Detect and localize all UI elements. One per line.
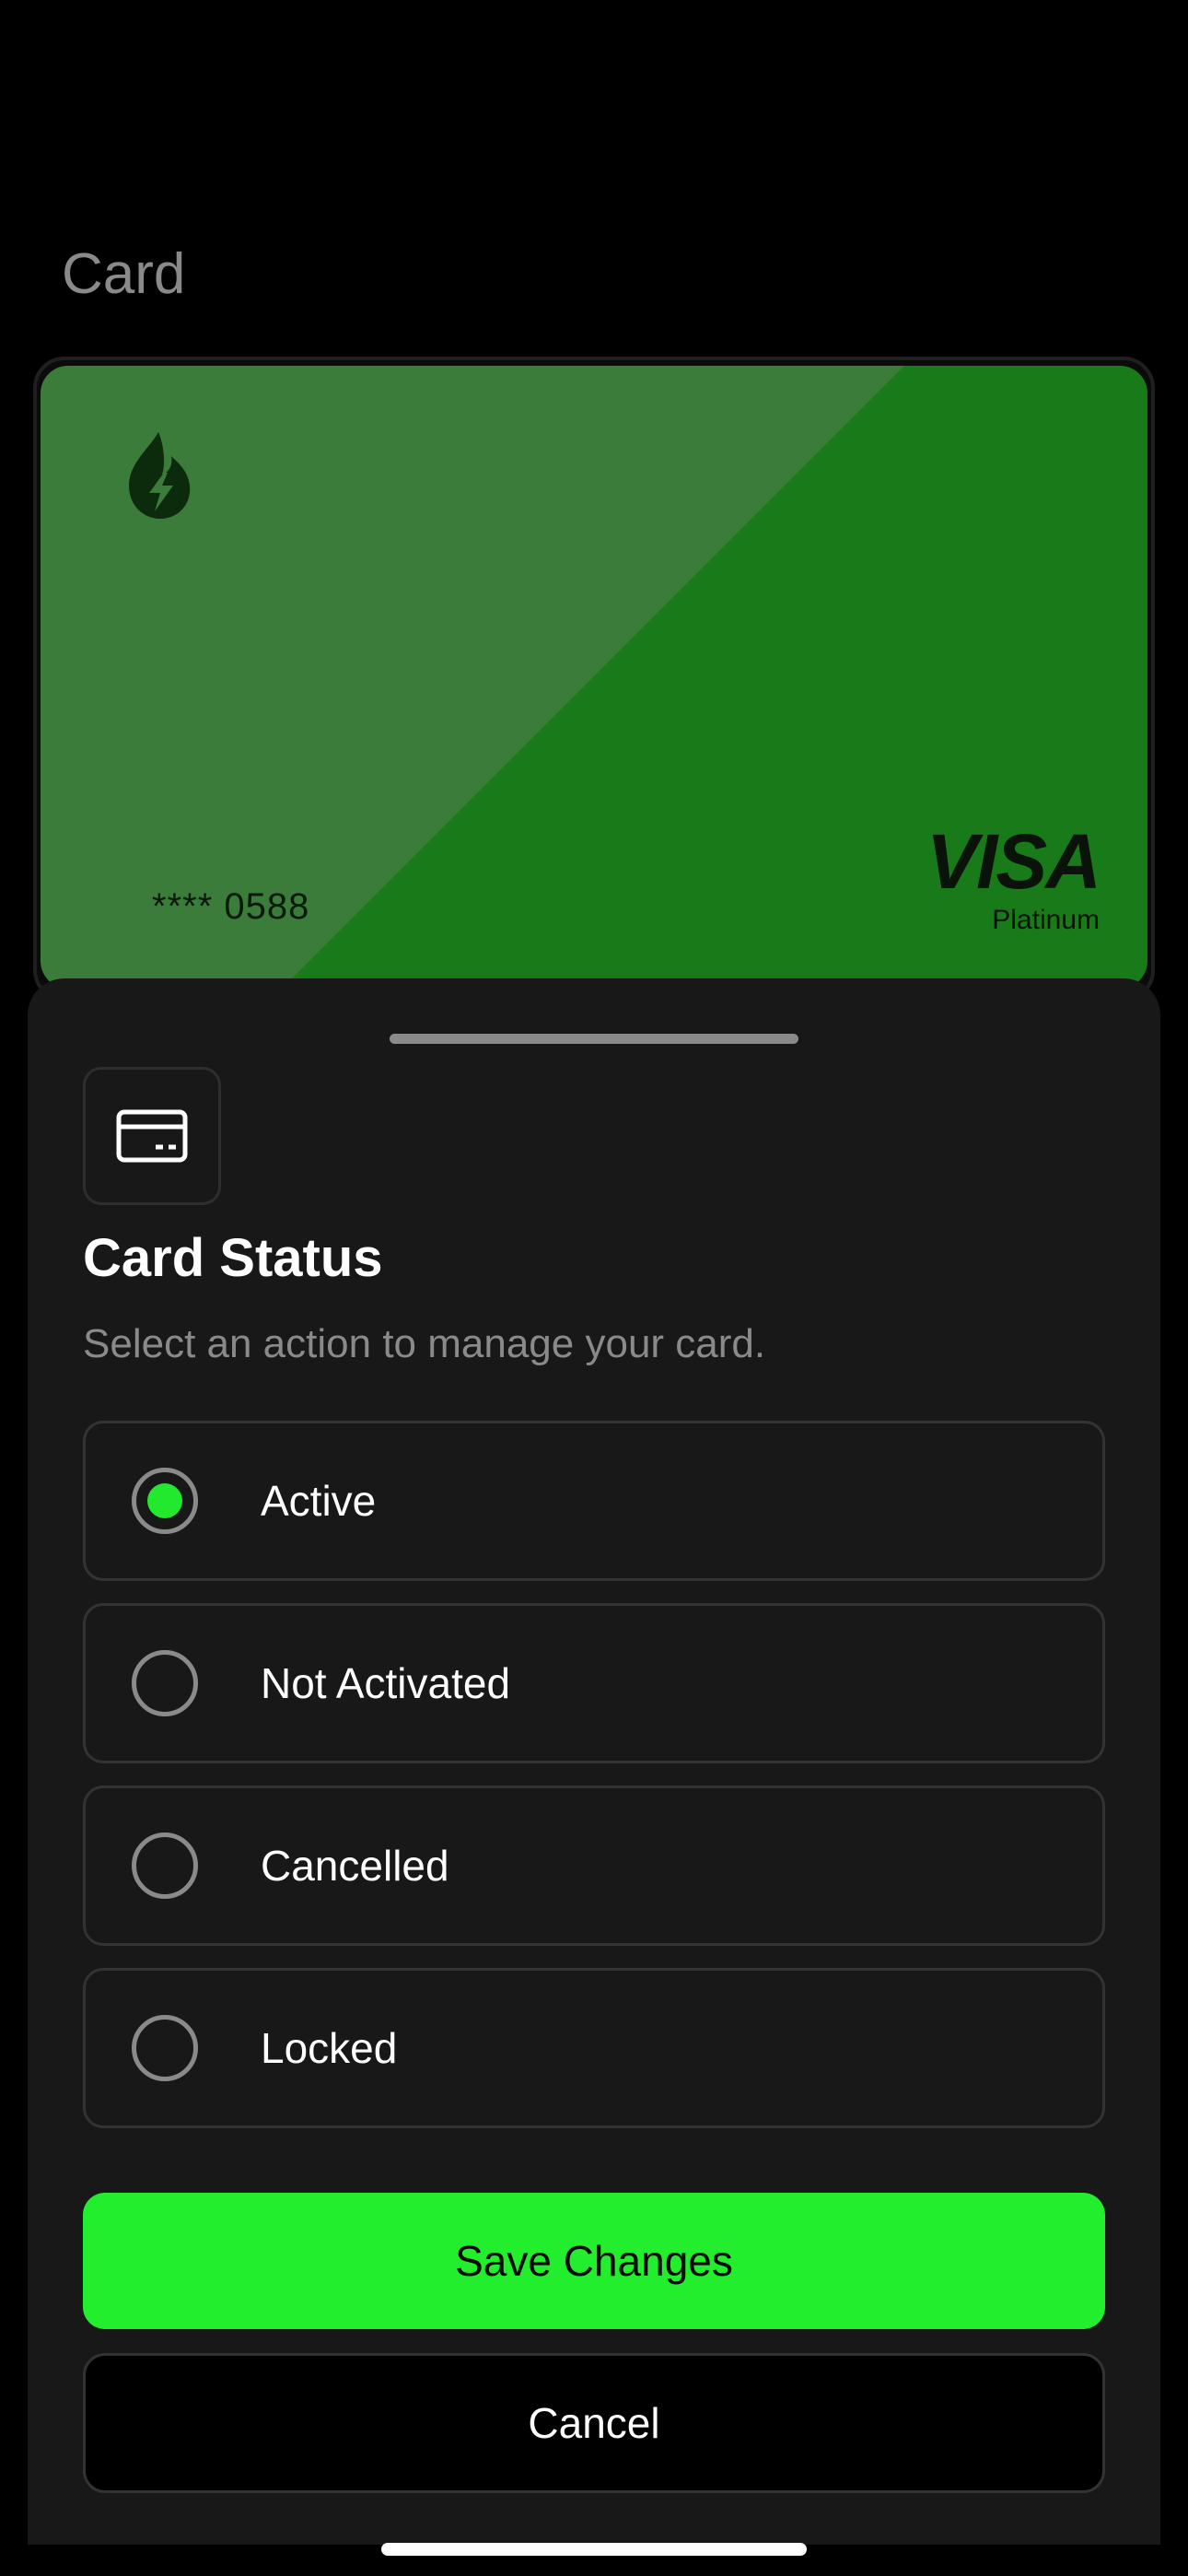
screen: Card **** 0588 VISA Platinum Card Status… <box>0 0 1188 2576</box>
sheet-grabber[interactable] <box>390 1034 798 1044</box>
save-changes-button[interactable]: Save Changes <box>83 2193 1105 2329</box>
status-option-not-activated[interactable]: Not Activated <box>83 1603 1105 1763</box>
option-label: Not Activated <box>261 1659 511 1707</box>
sheet-icon-box <box>83 1067 221 1205</box>
option-label: Locked <box>261 2024 398 2072</box>
card-number: **** 0588 <box>152 886 310 927</box>
radio-unselected[interactable] <box>132 1650 198 1716</box>
radio-selected[interactable] <box>132 1468 198 1534</box>
credit-card-icon <box>116 1109 188 1163</box>
radio-dot <box>147 1483 182 1518</box>
option-label: Cancelled <box>261 1842 449 1890</box>
radio-unselected[interactable] <box>132 1832 198 1899</box>
status-option-cancelled[interactable]: Cancelled <box>83 1786 1105 1946</box>
radio-unselected[interactable] <box>132 2015 198 2081</box>
sheet-title: Card Status <box>83 1228 383 1288</box>
payment-card[interactable]: **** 0588 VISA Platinum <box>41 366 1147 989</box>
sheet-subtitle: Select an action to manage your card. <box>83 1321 766 1366</box>
bottom-sheet: Card Status Select an action to manage y… <box>28 978 1160 2545</box>
option-label: Active <box>261 1477 377 1525</box>
lightning-flame-icon <box>129 432 191 519</box>
card-tier: Platinum <box>992 905 1100 935</box>
status-option-locked[interactable]: Locked <box>83 1968 1105 2128</box>
card-network-logo: VISA <box>926 818 1101 905</box>
home-indicator <box>381 2543 807 2556</box>
page-title: Card <box>62 242 186 306</box>
status-option-active[interactable]: Active <box>83 1421 1105 1581</box>
cancel-button[interactable]: Cancel <box>83 2353 1105 2493</box>
